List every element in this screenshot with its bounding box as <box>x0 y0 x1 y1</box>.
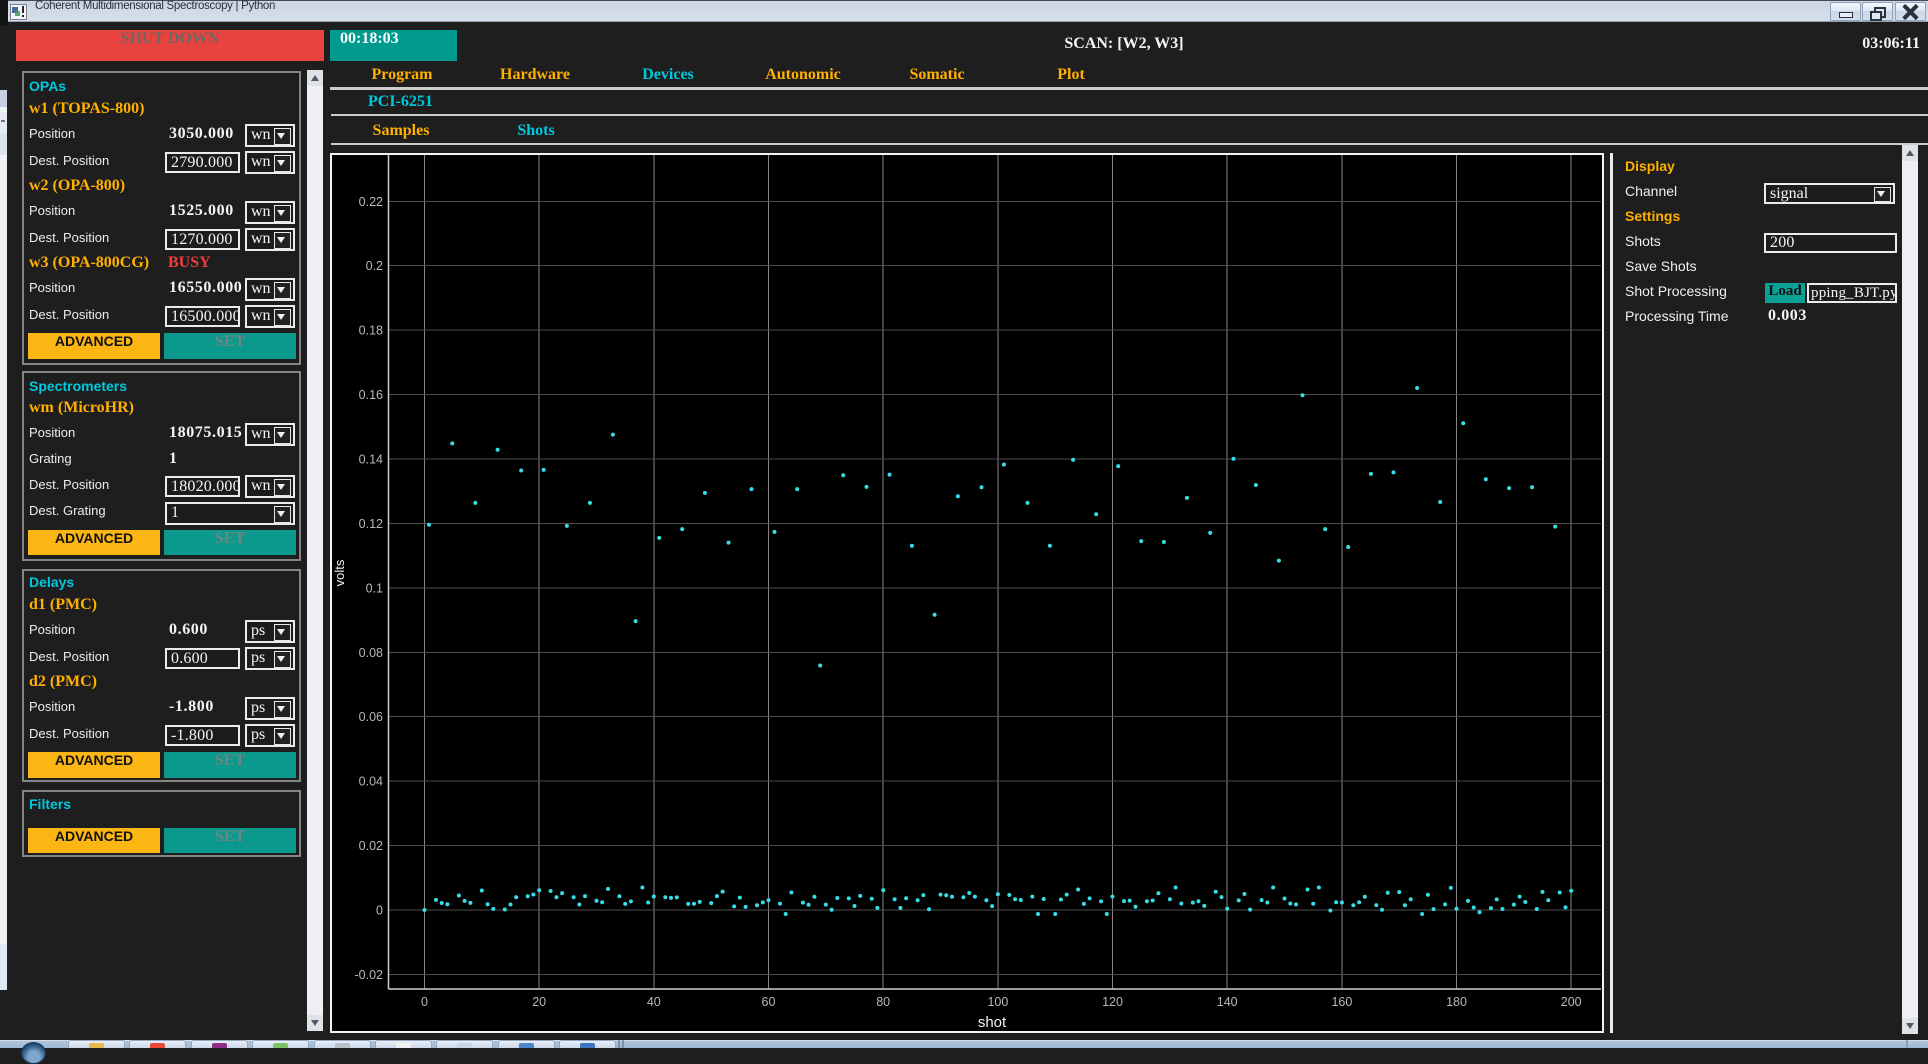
svg-text:0.08: 0.08 <box>359 646 383 660</box>
svg-text:0.06: 0.06 <box>359 710 383 724</box>
svg-text:180: 180 <box>1446 995 1467 1009</box>
svg-text:shot: shot <box>978 1014 1007 1031</box>
svg-text:0.22: 0.22 <box>359 195 383 209</box>
svg-text:40: 40 <box>647 995 661 1009</box>
svg-text:60: 60 <box>762 995 776 1009</box>
svg-text:120: 120 <box>1102 995 1123 1009</box>
svg-text:0.1: 0.1 <box>366 581 383 595</box>
svg-text:140: 140 <box>1217 995 1238 1009</box>
svg-text:100: 100 <box>987 995 1008 1009</box>
svg-text:0: 0 <box>376 904 383 918</box>
svg-text:160: 160 <box>1331 995 1352 1009</box>
svg-text:0.2: 0.2 <box>366 259 383 273</box>
svg-text:volts: volts <box>332 559 347 586</box>
svg-text:20: 20 <box>532 995 546 1009</box>
svg-text:0.02: 0.02 <box>359 839 383 853</box>
svg-text:0.16: 0.16 <box>359 388 383 402</box>
svg-text:0.12: 0.12 <box>359 517 383 531</box>
svg-text:-0.02: -0.02 <box>355 968 384 982</box>
svg-text:0.14: 0.14 <box>359 453 383 467</box>
svg-text:80: 80 <box>876 995 890 1009</box>
svg-text:0.04: 0.04 <box>359 775 383 789</box>
svg-text:0: 0 <box>421 995 428 1009</box>
svg-text:200: 200 <box>1561 995 1582 1009</box>
svg-text:0.18: 0.18 <box>359 324 383 338</box>
